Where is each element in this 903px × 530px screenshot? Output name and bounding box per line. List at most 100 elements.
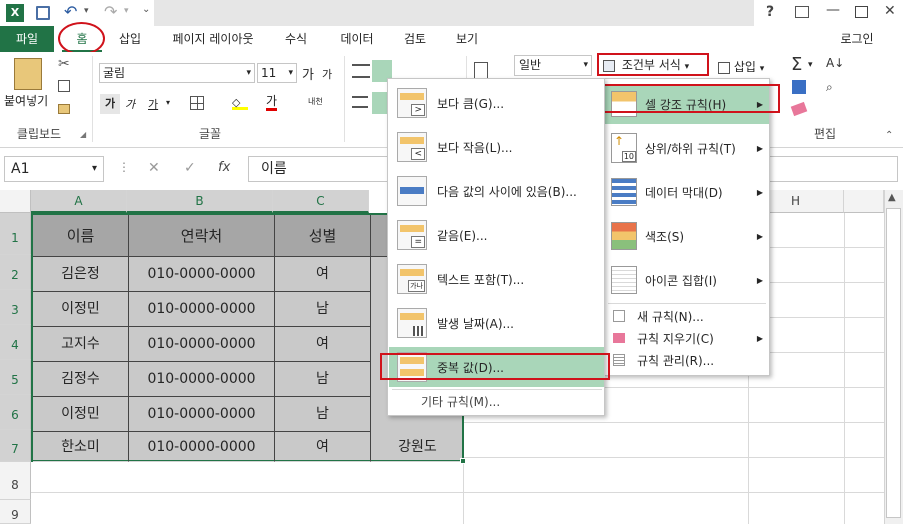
table-cell[interactable]: 이정민: [33, 397, 129, 432]
tab-page-layout[interactable]: 페이지 레이아웃: [160, 26, 266, 52]
borders-icon[interactable]: [190, 96, 204, 110]
column-header-b[interactable]: B: [127, 190, 273, 213]
tab-file[interactable]: 파일: [0, 26, 54, 52]
menu-item-new-rule[interactable]: 새 규칙(N)...: [605, 305, 769, 327]
qat-customize-icon[interactable]: ⌄: [142, 4, 150, 15]
table-cell[interactable]: 010-0000-0000: [129, 257, 275, 292]
menu-item-clear-rules[interactable]: 규칙 지우기(C) ▶: [605, 327, 769, 349]
scroll-thumb[interactable]: [886, 208, 901, 518]
minimize-button[interactable]: —: [826, 2, 840, 18]
scroll-up-icon[interactable]: ▲: [888, 192, 896, 203]
font-color-button[interactable]: 가: [266, 94, 278, 111]
number-format-select[interactable]: 일반 ▾: [514, 55, 592, 76]
column-header-c[interactable]: C: [273, 190, 369, 213]
table-cell[interactable]: 강원도: [371, 432, 464, 462]
align-left-icon[interactable]: [352, 96, 368, 108]
select-all-corner[interactable]: [0, 190, 31, 213]
menu-item-text-contains[interactable]: 가나 텍스트 포함(T)...: [389, 257, 604, 301]
font-shrink-button[interactable]: 가: [322, 66, 332, 82]
redo-icon[interactable]: ↷: [104, 2, 117, 21]
insert-cells-button[interactable]: 삽입 ▾: [718, 58, 764, 75]
cancel-formula-icon[interactable]: ✕: [148, 160, 160, 176]
insert-function-button[interactable]: fx: [218, 160, 230, 175]
underline-button[interactable]: 가: [148, 96, 158, 112]
menu-item-more-rules[interactable]: 기타 규칙(M)...: [389, 391, 604, 413]
table-cell[interactable]: 여: [275, 432, 371, 462]
menu-item-top-bottom[interactable]: 10 ↑ 상위/하위 규칙(T) ▶: [605, 126, 769, 170]
table-cell[interactable]: 여: [275, 257, 371, 292]
table-cell[interactable]: 한소미: [33, 432, 129, 462]
undo-icon[interactable]: ↶: [64, 2, 77, 21]
align-top-icon[interactable]: [352, 64, 370, 78]
menu-item-between[interactable]: 다음 값의 사이에 있음(B)...: [389, 169, 604, 213]
fill-icon[interactable]: [792, 80, 806, 94]
italic-button[interactable]: 가: [125, 96, 135, 112]
redo-dropdown-icon[interactable]: ▾: [124, 6, 129, 16]
ribbon-display-icon[interactable]: [795, 6, 809, 18]
row-header-9[interactable]: 9: [0, 500, 31, 524]
undo-dropdown-icon[interactable]: ▾: [84, 6, 89, 16]
fill-color-icon[interactable]: ◇: [232, 96, 248, 110]
table-cell[interactable]: 010-0000-0000: [129, 397, 275, 432]
row-header-5[interactable]: 5: [0, 360, 31, 395]
table-cell[interactable]: 010-0000-0000: [129, 362, 275, 397]
maximize-icon[interactable]: [855, 6, 868, 18]
underline-dropdown-icon[interactable]: ▾: [166, 98, 170, 107]
paste-button[interactable]: 붙여넣기: [4, 92, 48, 109]
menu-item-date-occurring[interactable]: 발생 날짜(A)...: [389, 301, 604, 345]
copy-icon[interactable]: [58, 80, 70, 92]
row-header-6[interactable]: 6: [0, 395, 31, 430]
menu-item-color-scales[interactable]: 색조(S) ▶: [605, 214, 769, 258]
format-painter-icon[interactable]: [58, 104, 70, 114]
sort-filter-icon[interactable]: A↓: [826, 56, 844, 70]
conditional-formatting-button[interactable]: 조건부 서식 ▾: [597, 53, 709, 76]
bold-button[interactable]: 가: [100, 94, 120, 114]
menu-item-equal-to[interactable]: = 같음(E)...: [389, 213, 604, 257]
find-select-icon[interactable]: ⌕: [826, 80, 833, 95]
tab-view[interactable]: 보기: [447, 26, 487, 52]
font-grow-button[interactable]: 가: [302, 64, 314, 83]
row-header-3[interactable]: 3: [0, 290, 31, 325]
ruby-button[interactable]: 내천: [308, 96, 323, 107]
font-size-select[interactable]: 11 ▾: [257, 63, 297, 83]
table-cell[interactable]: 남: [275, 362, 371, 397]
table-header-cell[interactable]: 연락처: [129, 215, 275, 257]
table-header-cell[interactable]: 성별: [275, 215, 371, 257]
login-link[interactable]: 로그인: [832, 26, 882, 52]
column-header-a[interactable]: A: [31, 190, 127, 213]
tab-insert[interactable]: 삽입: [110, 26, 150, 52]
table-cell[interactable]: 남: [275, 292, 371, 327]
font-name-select[interactable]: 굴림 ▾: [99, 63, 255, 83]
autosum-icon[interactable]: Σ: [791, 54, 802, 75]
save-icon[interactable]: [36, 6, 50, 20]
table-header-cell[interactable]: 이름: [33, 215, 129, 257]
name-box[interactable]: A1 ▾: [4, 156, 104, 182]
table-cell[interactable]: 이정민: [33, 292, 129, 327]
autosum-dropdown-icon[interactable]: ▾: [808, 60, 813, 70]
menu-item-icon-sets[interactable]: 아이콘 집합(I) ▶: [605, 258, 769, 302]
cut-icon[interactable]: ✂: [58, 56, 70, 72]
table-cell[interactable]: 김은정: [33, 257, 129, 292]
row-header-8[interactable]: 8: [0, 462, 31, 500]
enter-formula-icon[interactable]: ✓: [184, 160, 196, 176]
paste-icon[interactable]: [14, 58, 42, 90]
menu-item-manage-rules[interactable]: 규칙 관리(R)...: [605, 349, 769, 371]
table-cell[interactable]: 010-0000-0000: [129, 292, 275, 327]
tab-data[interactable]: 데이터: [330, 26, 384, 52]
table-cell[interactable]: 010-0000-0000: [129, 327, 275, 362]
close-button[interactable]: ✕: [884, 3, 896, 19]
row-header-1[interactable]: 1: [0, 213, 31, 255]
table-cell[interactable]: 남: [275, 397, 371, 432]
table-cell[interactable]: 김정수: [33, 362, 129, 397]
table-cell[interactable]: 고지수: [33, 327, 129, 362]
row-header-7[interactable]: 7: [0, 430, 31, 462]
menu-item-less-than[interactable]: < 보다 작음(L)...: [389, 125, 604, 169]
row-header-2[interactable]: 2: [0, 255, 31, 290]
tab-review[interactable]: 검토: [395, 26, 435, 52]
table-cell[interactable]: 010-0000-0000: [129, 432, 275, 462]
menu-item-data-bars[interactable]: 데이터 막대(D) ▶: [605, 170, 769, 214]
collapse-ribbon-icon[interactable]: ⌃: [885, 130, 893, 141]
fill-handle[interactable]: [460, 458, 466, 464]
menu-item-greater-than[interactable]: > 보다 큼(G)...: [389, 81, 604, 125]
help-button[interactable]: ?: [766, 4, 774, 20]
